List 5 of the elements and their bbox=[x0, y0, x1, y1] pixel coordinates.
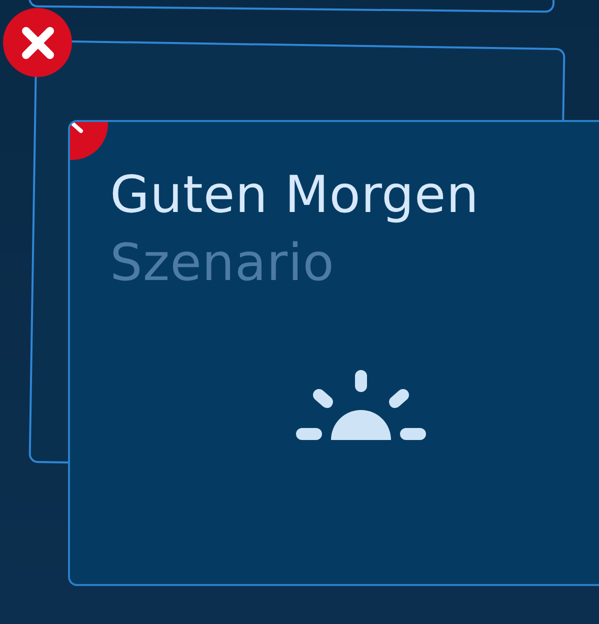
sunrise-icon bbox=[295, 368, 427, 442]
tile-subtitle: Szenario bbox=[110, 233, 336, 295]
close-icon bbox=[70, 122, 83, 133]
tile-title: Guten Morgen bbox=[110, 165, 480, 227]
scene-tile[interactable]: Guten Morgen Szenario bbox=[68, 120, 599, 586]
